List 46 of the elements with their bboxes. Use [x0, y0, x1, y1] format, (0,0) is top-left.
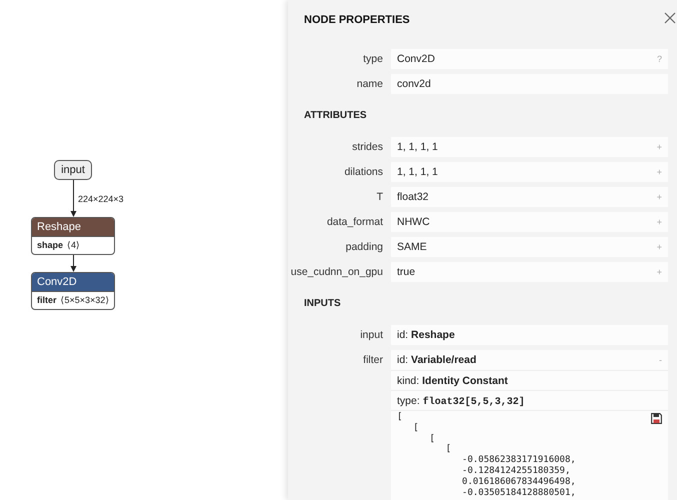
property-value: float32 — [397, 191, 429, 203]
property-value: NHWC — [397, 216, 430, 228]
close-icon[interactable] — [664, 12, 676, 24]
node-title: Conv2D — [32, 273, 114, 291]
expand-button[interactable]: + — [654, 240, 664, 254]
property-value: 1, 1, 1, 1 — [397, 141, 438, 153]
expand-button[interactable]: ? — [654, 52, 664, 66]
property-label: input — [359, 328, 383, 343]
expand-button[interactable]: + — [654, 265, 664, 279]
node-title: Reshape — [32, 218, 114, 236]
property-label: T — [376, 190, 383, 205]
section-heading: INPUTS — [304, 297, 342, 311]
expand-button[interactable]: + — [654, 215, 664, 229]
edge-arrow — [70, 255, 76, 272]
node-attribute: filter ⟨5×5×3×32⟩ — [32, 291, 114, 309]
property-value: true — [397, 266, 416, 278]
edge-arrow — [70, 180, 76, 217]
property-label: data_format — [326, 215, 383, 230]
property-value: conv2d — [397, 78, 431, 90]
property-label: name — [356, 77, 383, 92]
property-value: 1, 1, 1, 1 — [397, 166, 438, 178]
property-label: dilations — [343, 165, 383, 180]
graph-node[interactable]: input — [54, 160, 92, 180]
expand-button[interactable]: - — [657, 353, 664, 367]
property-value: SAME — [397, 241, 427, 253]
panel-title: NODE PROPERTIES — [304, 13, 410, 27]
tensor-value: [ [ [ [ -0.05862383171916008, -0.1284124255180359, 0.016186067834496498, -0.03505184128880501, — [397, 412, 576, 498]
property-value: id: Reshape — [397, 329, 455, 341]
property-label: use_cudnn_on_gpu — [290, 265, 383, 280]
expand-button[interactable]: + — [654, 165, 664, 179]
save-icon[interactable] — [651, 413, 662, 424]
property-label: padding — [344, 240, 383, 255]
property-label: filter — [362, 353, 383, 368]
property-value: id: Variable/read — [397, 354, 476, 366]
property-value: type: float32[5,5,3,32] — [397, 395, 525, 407]
graph-node[interactable]: Reshape shape ⟨4⟩ — [31, 217, 115, 255]
expand-button[interactable]: + — [654, 190, 664, 204]
node-attribute: shape ⟨4⟩ — [32, 236, 114, 254]
property-label: strides — [351, 140, 383, 155]
section-heading: ATTRIBUTES — [304, 109, 368, 123]
graph-node[interactable]: Conv2D filter ⟨5×5×3×32⟩ — [31, 272, 115, 310]
property-value: kind: Identity Constant — [397, 375, 508, 387]
expand-button[interactable]: + — [654, 140, 664, 154]
property-label: type — [362, 52, 383, 67]
edge-label: 224×224×3 — [78, 194, 124, 204]
property-value: Conv2D — [397, 53, 435, 65]
